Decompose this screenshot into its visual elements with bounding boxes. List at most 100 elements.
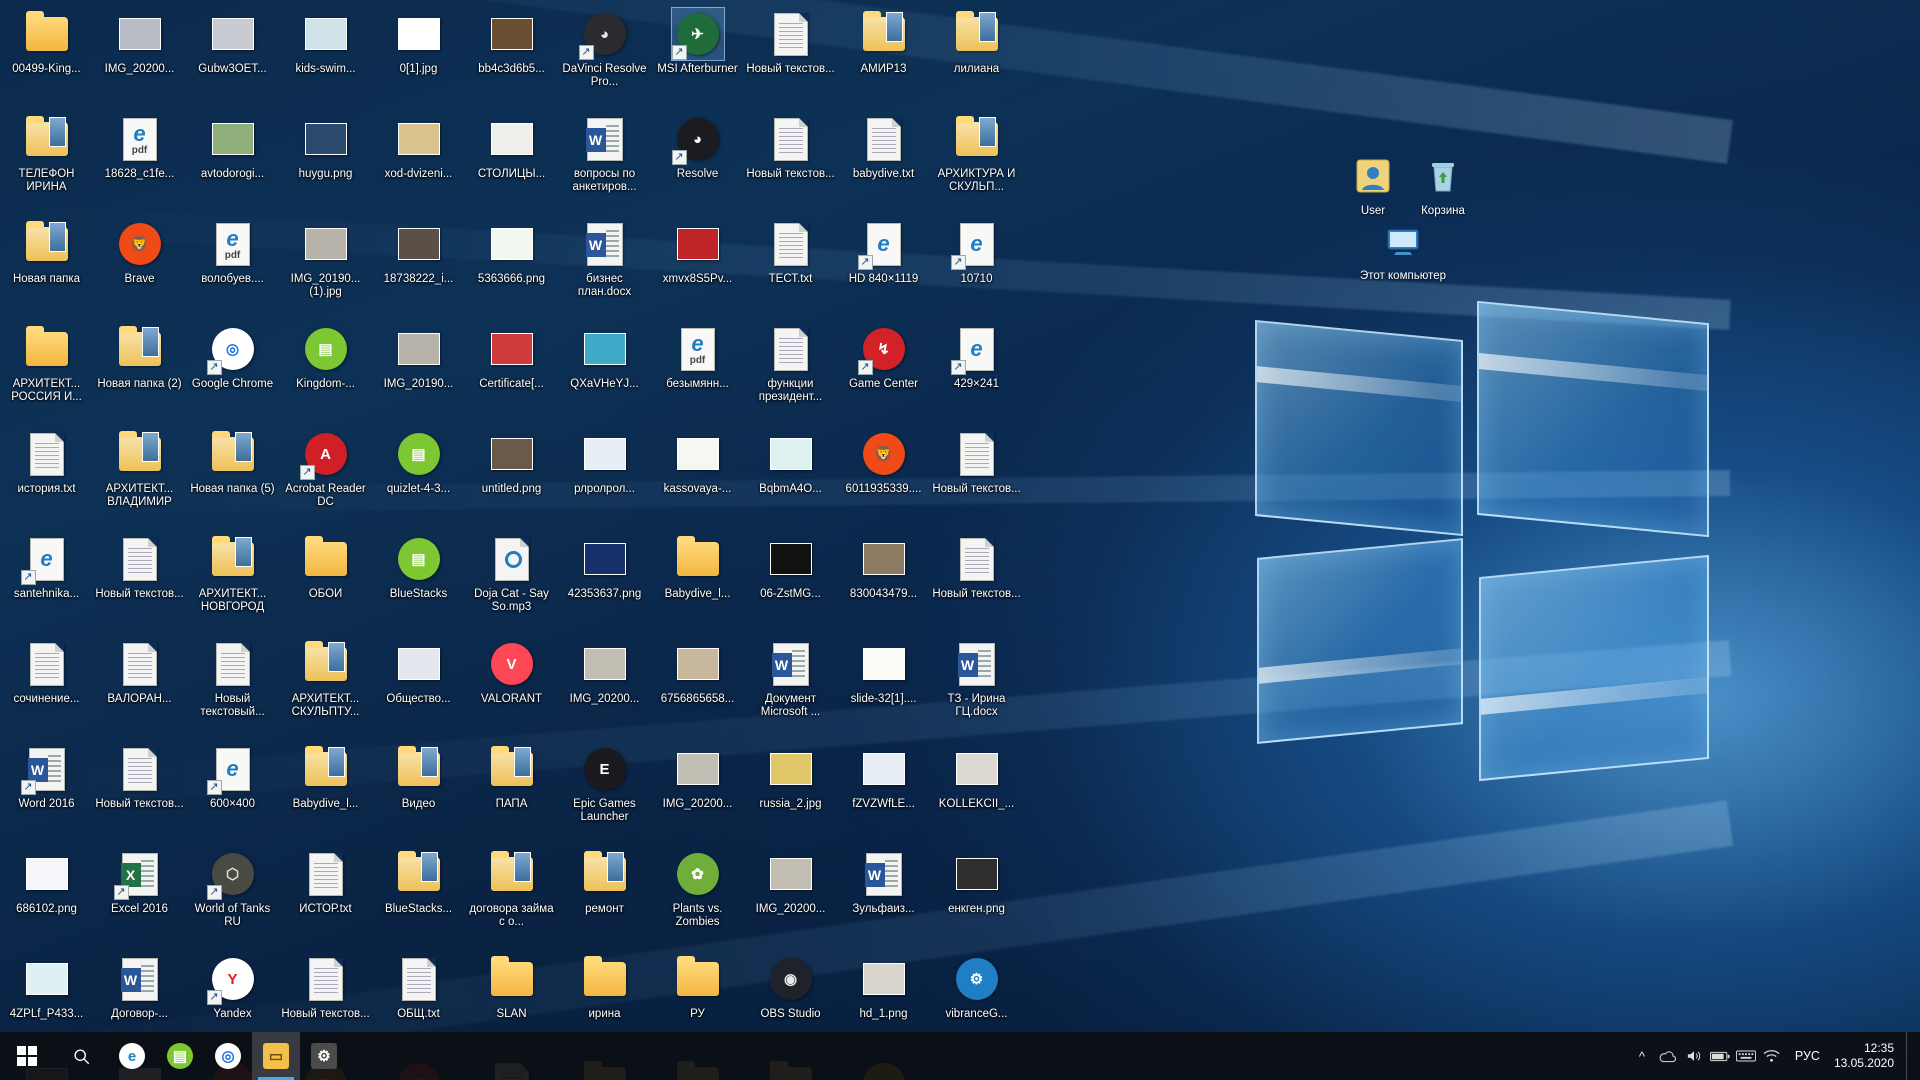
desktop-icon[interactable]: Wбизнес план.docx <box>558 214 651 319</box>
desktop-icon[interactable]: 🦁 Brave <box>93 214 186 319</box>
desktop-icon[interactable]: 0[1].jpg <box>372 4 465 109</box>
search-button[interactable] <box>54 1032 108 1080</box>
desktop-icon[interactable]: Babydive_l... <box>279 739 372 844</box>
desktop-icon[interactable]: ВАЛОРАН... <box>93 634 186 739</box>
desktop-icon[interactable]: bb4c3d6b5... <box>465 4 558 109</box>
desktop-icon[interactable]: функции президент... <box>744 319 837 424</box>
desktop-icon[interactable]: ▤ quizlet-4-3... <box>372 424 465 529</box>
volume-icon[interactable] <box>1681 1032 1707 1080</box>
desktop-icon[interactable]: IMG_20200... <box>651 739 744 844</box>
desktop-icon[interactable]: kids-swim... <box>279 4 372 109</box>
desktop-icon[interactable]: fZVZWfLE... <box>837 739 930 844</box>
desktop-icon[interactable]: лилиана <box>930 4 1023 109</box>
desktop-icon[interactable]: W ↗ Word 2016 <box>0 739 93 844</box>
desktop-icon[interactable]: IMG_20190... (1).jpg <box>279 214 372 319</box>
desktop-icon[interactable]: babydive.txt <box>837 109 930 214</box>
desktop-icon[interactable]: ▤ BlueStacks <box>372 529 465 634</box>
desktop-icon[interactable]: IMG_20200... <box>93 4 186 109</box>
desktop-icon[interactable]: АРХИТЕКТ... РОССИЯ И... <box>0 319 93 424</box>
desktop-icon[interactable]: Wвопросы по анкетиров... <box>558 109 651 214</box>
clock[interactable]: 12:35 13.05.2020 <box>1830 1032 1906 1080</box>
start-button[interactable] <box>0 1032 54 1080</box>
tray-chevron-up-icon[interactable]: ^ <box>1629 1032 1655 1080</box>
desktop-icon[interactable]: АРХИТЕКТ... ВЛАДИМИР <box>93 424 186 529</box>
desktop-icon[interactable]: avtodorogi... <box>186 109 279 214</box>
desktop-icon[interactable]: 5363666.png <box>465 214 558 319</box>
desktop-icon[interactable]: xmvx8S5Pv... <box>651 214 744 319</box>
desktop-icon-recycle-bin[interactable]: Корзина <box>1400 150 1486 218</box>
desktop-icon[interactable]: АРХИКТУРА И СКУЛЬП... <box>930 109 1023 214</box>
desktop-icon[interactable]: ✈ ↗ MSI Afterburner <box>651 4 744 109</box>
desktop-icon[interactable]: Новый текстов... <box>93 739 186 844</box>
desktop-icon[interactable]: e ↗ HD 840×1119 <box>837 214 930 319</box>
desktop-icon[interactable]: енкген.png <box>930 844 1023 949</box>
desktop-icon[interactable]: история.txt <box>0 424 93 529</box>
desktop-icon-this-pc[interactable]: Этот компьютер <box>1360 215 1446 283</box>
desktop-icon[interactable]: 686102.png <box>0 844 93 949</box>
desktop-icon[interactable]: ТЕЛЕФОН ИРИНА <box>0 109 93 214</box>
desktop-icon[interactable]: untitled.png <box>465 424 558 529</box>
desktop-icon[interactable]: A ↗ Acrobat Reader DC <box>279 424 372 529</box>
desktop-icon[interactable]: ИСТОР.txt <box>279 844 372 949</box>
language-indicator[interactable]: РУС <box>1785 1032 1830 1080</box>
desktop-icon[interactable]: 42353637.png <box>558 529 651 634</box>
desktop-icon[interactable]: QXaVHeYJ... <box>558 319 651 424</box>
desktop-icon[interactable]: xod-dvizeni... <box>372 109 465 214</box>
desktop-icon[interactable]: 06-ZstMG... <box>744 529 837 634</box>
desktop-icon[interactable]: Gubw3OET... <box>186 4 279 109</box>
desktop-icon[interactable]: E Epic Games Launcher <box>558 739 651 844</box>
onedrive-icon[interactable] <box>1655 1032 1681 1080</box>
desktop-icon[interactable]: ремонт <box>558 844 651 949</box>
taskbar-app-chrome[interactable]: ◎ <box>204 1032 252 1080</box>
desktop-icon[interactable]: ↯ ↗ Game Center <box>837 319 930 424</box>
desktop-icon[interactable]: e ↗ 10710 <box>930 214 1023 319</box>
desktop-icon[interactable]: e pdf волобуев.... <box>186 214 279 319</box>
desktop-icon[interactable]: Новая папка <box>0 214 93 319</box>
desktop-icon[interactable]: e ↗ 600×400 <box>186 739 279 844</box>
desktop-icon[interactable]: Certificate[... <box>465 319 558 424</box>
desktop-icon[interactable]: russia_2.jpg <box>744 739 837 844</box>
desktop-icon[interactable]: Новый текстовый... <box>186 634 279 739</box>
desktop-icon[interactable]: 00499-King... <box>0 4 93 109</box>
desktop-icon[interactable]: kassovaya-... <box>651 424 744 529</box>
network-icon[interactable] <box>1759 1032 1785 1080</box>
desktop-icon[interactable]: W Зульфаиз... <box>837 844 930 949</box>
desktop-icon[interactable]: V VALORANT <box>465 634 558 739</box>
desktop-icon[interactable]: Новый текстов... <box>744 4 837 109</box>
desktop-icon[interactable]: 6756865658... <box>651 634 744 739</box>
desktop-icon[interactable]: W ТЗ - Ирина ГЦ.docx <box>930 634 1023 739</box>
desktop-icon[interactable]: e ↗ 429×241 <box>930 319 1023 424</box>
desktop-icon[interactable]: 18738222_i... <box>372 214 465 319</box>
desktop-icon[interactable]: АРХИТЕКТ... СКУЛЬПТУ... <box>279 634 372 739</box>
desktop-icon[interactable]: 🦁 6011935339.... <box>837 424 930 529</box>
battery-icon[interactable] <box>1707 1032 1733 1080</box>
desktop-icon[interactable]: slide-32[1].... <box>837 634 930 739</box>
taskbar-app-bluestacks[interactable]: ▤ <box>156 1032 204 1080</box>
desktop-icon[interactable]: KOLLEKCII_... <box>930 739 1023 844</box>
desktop-icon[interactable]: BqbmA4O... <box>744 424 837 529</box>
desktop-icon[interactable]: ПАПА <box>465 739 558 844</box>
taskbar-app-settings[interactable]: ⚙ <box>300 1032 348 1080</box>
desktop-icon[interactable]: Новая папка (5) <box>186 424 279 529</box>
desktop-icon[interactable]: BlueStacks... <box>372 844 465 949</box>
desktop-icon[interactable]: W Документ Microsoft ... <box>744 634 837 739</box>
desktop-icon[interactable]: Новый текстов... <box>93 529 186 634</box>
desktop-icon[interactable]: сочинение... <box>0 634 93 739</box>
desktop-icon[interactable]: ТЕСТ.txt <box>744 214 837 319</box>
desktop-icon[interactable]: ⬡ ↗ World of Tanks RU <box>186 844 279 949</box>
desktop-icon[interactable]: e pdf безымянн... <box>651 319 744 424</box>
desktop-icon[interactable]: X ↗ Excel 2016 <box>93 844 186 949</box>
desktop-icon[interactable]: IMG_20190... <box>372 319 465 424</box>
desktop-icon[interactable]: Новый текстов... <box>930 529 1023 634</box>
desktop-icon[interactable]: Видео <box>372 739 465 844</box>
desktop-icon[interactable]: АРХИТЕКТ... НОВГОРОД <box>186 529 279 634</box>
taskbar-app-internet-explorer[interactable]: e <box>108 1032 156 1080</box>
desktop-icon[interactable]: Новый текстов... <box>744 109 837 214</box>
taskbar-app-file-explorer[interactable]: ▭ <box>252 1032 300 1080</box>
desktop-icon[interactable]: ▤ Kingdom-... <box>279 319 372 424</box>
desktop-icon[interactable]: ◎ ↗ Google Chrome <box>186 319 279 424</box>
desktop-icon[interactable]: Doja Cat - Say So.mp3 <box>465 529 558 634</box>
desktop-icon[interactable]: Новая папка (2) <box>93 319 186 424</box>
desktop-icon[interactable]: e pdf 18628_c1fe... <box>93 109 186 214</box>
desktop-icon[interactable]: ◕ ↗ Resolve <box>651 109 744 214</box>
